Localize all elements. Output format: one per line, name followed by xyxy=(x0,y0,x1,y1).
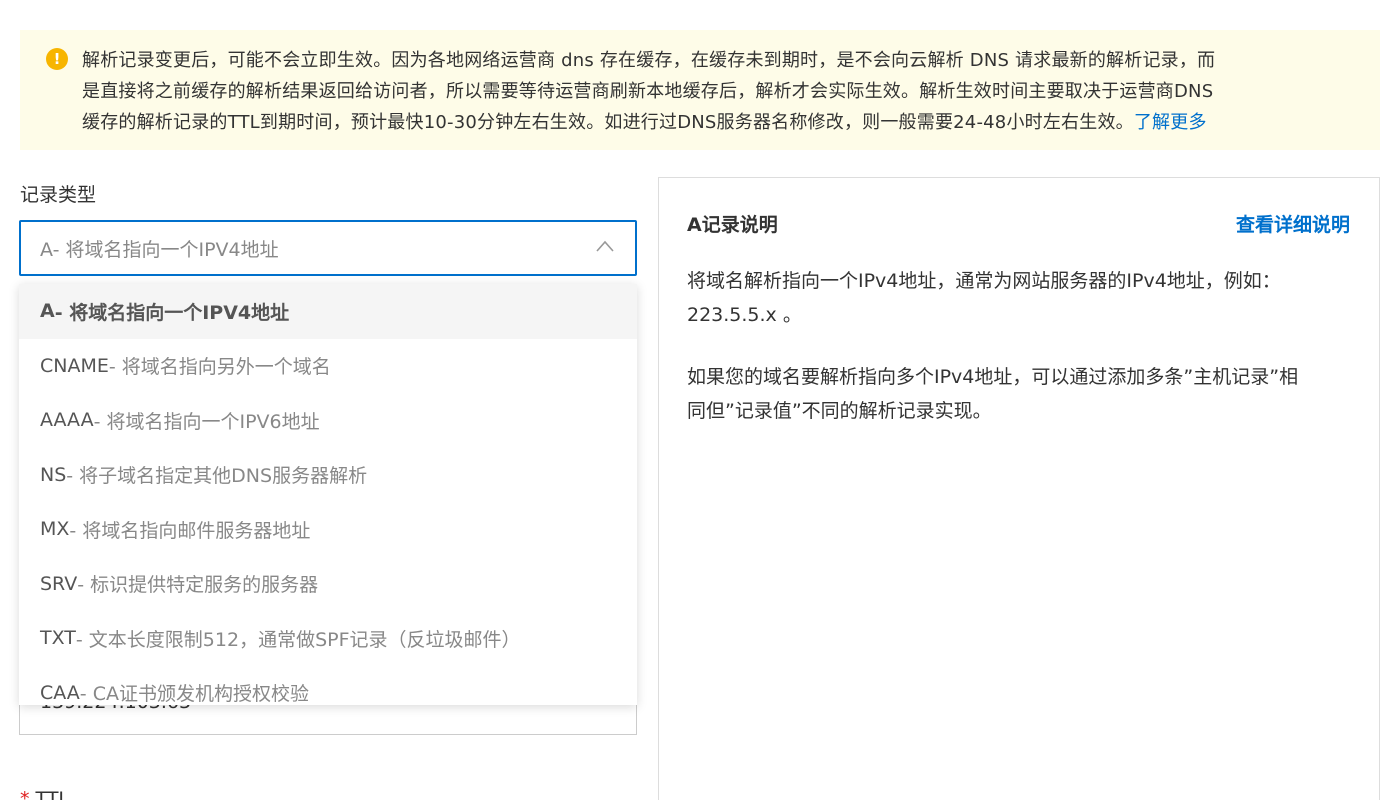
chevron-up-icon xyxy=(596,240,614,252)
dns-record-form-page: 解析记录变更后，可能不会立即生效。因为各地网络运营商 dns 存在缓存，在缓存未… xyxy=(0,0,1400,800)
dropdown-option-aaaa[interactable]: AAAA - 将域名指向一个IPV6地址 xyxy=(19,393,637,448)
view-details-link[interactable]: 查看详细说明 xyxy=(1236,210,1350,237)
record-type-selected-value: A- 将域名指向一个IPV4地址 xyxy=(40,238,279,261)
dropdown-option-srv[interactable]: SRV - 标识提供特定服务的服务器 xyxy=(19,557,637,612)
ttl-label: * TTL xyxy=(20,788,69,800)
panel-title: A记录说明 xyxy=(687,214,778,236)
notice-text: 解析记录变更后，可能不会立即生效。因为各地网络运营商 dns 存在缓存，在缓存未… xyxy=(82,45,1350,138)
dropdown-option-txt[interactable]: TXT - 文本长度限制512，通常做SPF记录（反垃圾邮件） xyxy=(19,611,637,666)
record-type-label: 记录类型 xyxy=(20,184,97,206)
warning-icon: ! xyxy=(46,48,68,70)
learn-more-link[interactable]: 了解更多 xyxy=(1134,112,1207,133)
dropdown-option-a[interactable]: A- 将域名指向一个IPV4地址 xyxy=(19,284,637,339)
notice-line-1: 解析记录变更后，可能不会立即生效。因为各地网络运营商 dns 存在缓存，在缓存未… xyxy=(82,50,1216,71)
panel-paragraph-2: 如果您的域名要解析指向多个IPv4地址，可以通过添加多条”主机记录”相 同但”记… xyxy=(687,366,1299,422)
record-type-dropdown: A- 将域名指向一个IPV4地址 CNAME - 将域名指向另外一个域名 AAAA… xyxy=(19,284,637,705)
dropdown-option-caa[interactable]: CAA - CA证书颁发机构授权校验 xyxy=(19,666,637,705)
notice-line-3: 缓存的解析记录的TTL到期时间，预计最快10-30分钟左右生效。如进行过DNS服… xyxy=(82,112,1207,133)
panel-paragraph-1: 将域名解析指向一个IPv4地址，通常为网站服务器的IPv4地址，例如： 223.… xyxy=(687,270,1281,326)
record-type-select[interactable]: A- 将域名指向一个IPV4地址 xyxy=(19,220,637,276)
dropdown-option-mx[interactable]: MX - 将域名指向邮件服务器地址 xyxy=(19,502,637,557)
required-mark: * xyxy=(20,788,30,800)
notice-banner: 解析记录变更后，可能不会立即生效。因为各地网络运营商 dns 存在缓存，在缓存未… xyxy=(20,30,1380,150)
record-help-panel: A记录说明 查看详细说明 将域名解析指向一个IPv4地址，通常为网站服务器的IP… xyxy=(658,177,1380,800)
dropdown-option-cname[interactable]: CNAME - 将域名指向另外一个域名 xyxy=(19,339,637,394)
dropdown-option-ns[interactable]: NS - 将子域名指定其他DNS服务器解析 xyxy=(19,448,637,503)
notice-line-2: 是直接将之前缓存的解析结果返回给访问者，所以需要等待运营商刷新本地缓存后，解析才… xyxy=(82,81,1214,102)
